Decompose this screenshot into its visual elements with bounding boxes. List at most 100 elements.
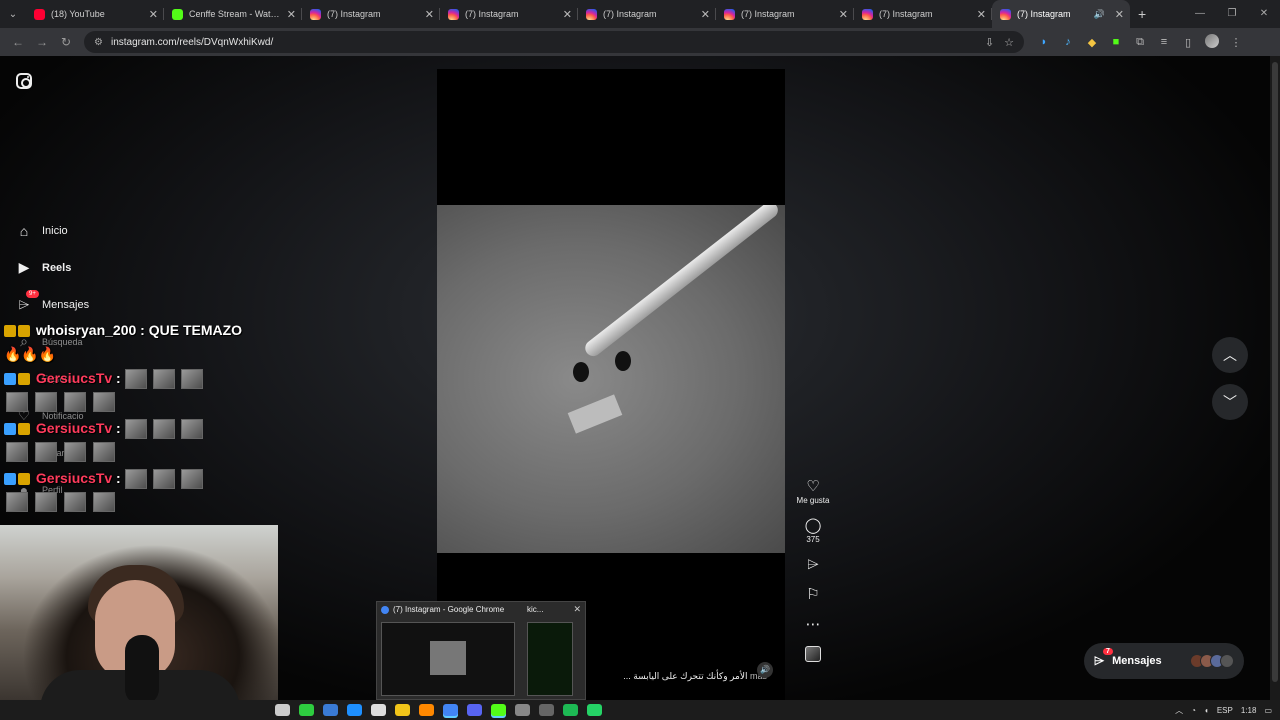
taskbar-app-icon[interactable] [515, 704, 530, 716]
emote-row [124, 419, 203, 440]
emote-icon [6, 492, 28, 512]
instagram-logo-icon[interactable] [16, 73, 32, 89]
emote-icon [64, 492, 86, 512]
extension-icon[interactable]: ♪ [1060, 36, 1076, 48]
close-icon[interactable]: ✕ [839, 8, 848, 21]
sidebar-item-label: Mensajes [42, 298, 90, 311]
avatar[interactable] [1204, 33, 1220, 51]
instagram-icon [724, 8, 735, 20]
network-icon[interactable]: ◔ [1191, 706, 1196, 715]
sidebar-item-reels[interactable]: ▶ Reels [14, 249, 89, 286]
extensions-area: ◗ ♪ ◆ ■ ⧉ ≡ ▯ ⋮ [1036, 33, 1244, 51]
browser-tab-4[interactable]: (7) Instagram ✕ [440, 0, 578, 28]
new-tab-button[interactable]: + [1138, 6, 1146, 22]
discord-icon[interactable] [467, 704, 482, 716]
browser-tab-6[interactable]: (7) Instagram ✕ [716, 0, 854, 28]
browser-tab-2[interactable]: Cenffe Stream - Watch Li ✕ [164, 0, 302, 28]
emote-icon [64, 392, 86, 412]
like-button[interactable]: ♡ Me gusta [795, 478, 831, 505]
tab-search-icon[interactable]: ≡ [1156, 36, 1172, 48]
site-info-icon[interactable]: ⚙ [94, 37, 103, 48]
close-icon[interactable]: ✕ [573, 604, 581, 615]
extension-icon[interactable]: ◆ [1084, 36, 1100, 49]
address-bar[interactable]: ⚙ instagram.com/reels/DVqnWxhiKwd/ ⇩ ☆ [84, 31, 1024, 53]
youtube-icon [34, 8, 45, 20]
page-scrollbar[interactable] [1270, 56, 1280, 700]
bookmark-star-icon[interactable]: ☆ [1004, 36, 1014, 49]
speaker-icon[interactable]: 🔊 [1094, 9, 1105, 20]
more-options-button[interactable]: ⋯ [795, 616, 831, 634]
notification-icon[interactable]: ▭ [1264, 706, 1272, 715]
taskbar-app-icon[interactable] [323, 704, 338, 716]
extension-icon[interactable]: ◗ [1036, 36, 1052, 48]
share-button[interactable]: ⌲ [795, 556, 831, 574]
chat-username: GersiucsTv [35, 370, 113, 386]
chat-message: GersiucsTv : [4, 416, 244, 440]
taskbar-app-icon[interactable] [539, 704, 554, 716]
taskbar-app-icon[interactable] [371, 704, 386, 716]
kick-icon[interactable] [491, 704, 506, 716]
messages-pill[interactable]: ⌲ 7 Mensajes [1084, 643, 1244, 679]
close-icon[interactable]: ✕ [1115, 8, 1124, 21]
chrome-icon[interactable] [443, 704, 458, 716]
browser-tab-7[interactable]: (7) Instagram ✕ [854, 0, 992, 28]
emote-row [124, 469, 203, 490]
whatsapp-icon[interactable] [587, 704, 602, 716]
tab-title: (7) Instagram [603, 9, 657, 19]
taskbar-app-icon[interactable] [299, 704, 314, 716]
volume-icon[interactable]: ◖ [1204, 706, 1209, 715]
puzzle-icon[interactable]: ⧉ [1132, 36, 1148, 49]
browser-toolbar: ← → ↻ ⚙ instagram.com/reels/DVqnWxhiKwd/… [0, 28, 1280, 56]
extension-icon[interactable]: ■ [1108, 36, 1124, 48]
folder-icon[interactable] [395, 704, 410, 716]
chat-username: GersiucsTv [35, 420, 113, 436]
browser-tab-5[interactable]: (7) Instagram ✕ [578, 0, 716, 28]
close-icon[interactable]: ✕ [425, 8, 434, 21]
install-icon[interactable]: ⇩ [985, 36, 994, 49]
clock[interactable]: 1:18 [1241, 706, 1257, 715]
menu-kebab-icon[interactable]: ⋮ [1228, 36, 1244, 49]
mute-button[interactable]: 🔊 [757, 662, 773, 678]
streamer-webcam [0, 525, 278, 700]
spotify-icon[interactable] [563, 704, 578, 716]
reel-caption[interactable]: más الأمر وكأنك تتحرك على اليابسة ... [623, 671, 767, 682]
comment-button[interactable]: ◯ 375 [795, 517, 831, 544]
taskbar-app-icon[interactable] [347, 704, 362, 716]
emote-icon [6, 442, 28, 462]
stream-chat-overlay: whoisryan_200 : QUE TEMAZO🔥🔥🔥 GersiucsTv… [4, 318, 244, 516]
crown-badge-icon [18, 373, 30, 386]
close-icon[interactable]: ✕ [149, 8, 158, 21]
taskbar-preview-popup[interactable]: (7) Instagram - Google Chrome kic... ✕ [376, 601, 586, 700]
url-text: instagram.com/reels/DVqnWxhiKwd/ [110, 36, 274, 48]
audio-button[interactable] [795, 646, 831, 662]
back-icon[interactable]: ← [6, 35, 30, 49]
taskbar-app-icon[interactable] [275, 704, 290, 716]
previous-reel-button[interactable]: ︿ [1212, 337, 1248, 373]
chat-username: whoisryan_200 [35, 322, 137, 338]
scrollbar-thumb[interactable] [1272, 62, 1278, 682]
chevron-up-icon[interactable]: ︿ [1175, 705, 1183, 716]
browser-tab-8-active[interactable]: (7) Instagram 🔊 ✕ [992, 0, 1130, 28]
taskbar-app-icon[interactable] [419, 704, 434, 716]
maximize-icon[interactable]: ❐ [1216, 0, 1248, 28]
save-button[interactable]: ⚐ [795, 586, 831, 604]
forward-icon[interactable]: → [30, 35, 54, 49]
language-indicator[interactable]: ESP [1217, 706, 1233, 715]
close-window-icon[interactable]: ✕ [1248, 0, 1280, 28]
reload-icon[interactable]: ↻ [54, 35, 78, 49]
preview-thumbnail[interactable] [527, 622, 573, 696]
sidebar-item-inicio[interactable]: ⌂ Inicio [14, 212, 89, 249]
preview-title-text: (7) Instagram - Google Chrome [393, 605, 505, 614]
browser-tab-1[interactable]: (18) YouTube ✕ [26, 0, 164, 28]
sidebar-icon[interactable]: ▯ [1180, 36, 1196, 49]
close-icon[interactable]: ✕ [701, 8, 710, 21]
close-icon[interactable]: ✕ [977, 8, 986, 21]
next-reel-button[interactable]: ﹀ [1212, 384, 1248, 420]
close-icon[interactable]: ✕ [563, 8, 572, 21]
close-icon[interactable]: ✕ [287, 8, 296, 21]
reel-video[interactable] [437, 205, 785, 553]
minimize-icon[interactable]: — [1184, 0, 1216, 28]
browser-tab-3[interactable]: (7) Instagram ✕ [302, 0, 440, 28]
preview-thumbnail[interactable] [381, 622, 515, 696]
tab-search-icon[interactable]: ⌄ [0, 0, 26, 28]
